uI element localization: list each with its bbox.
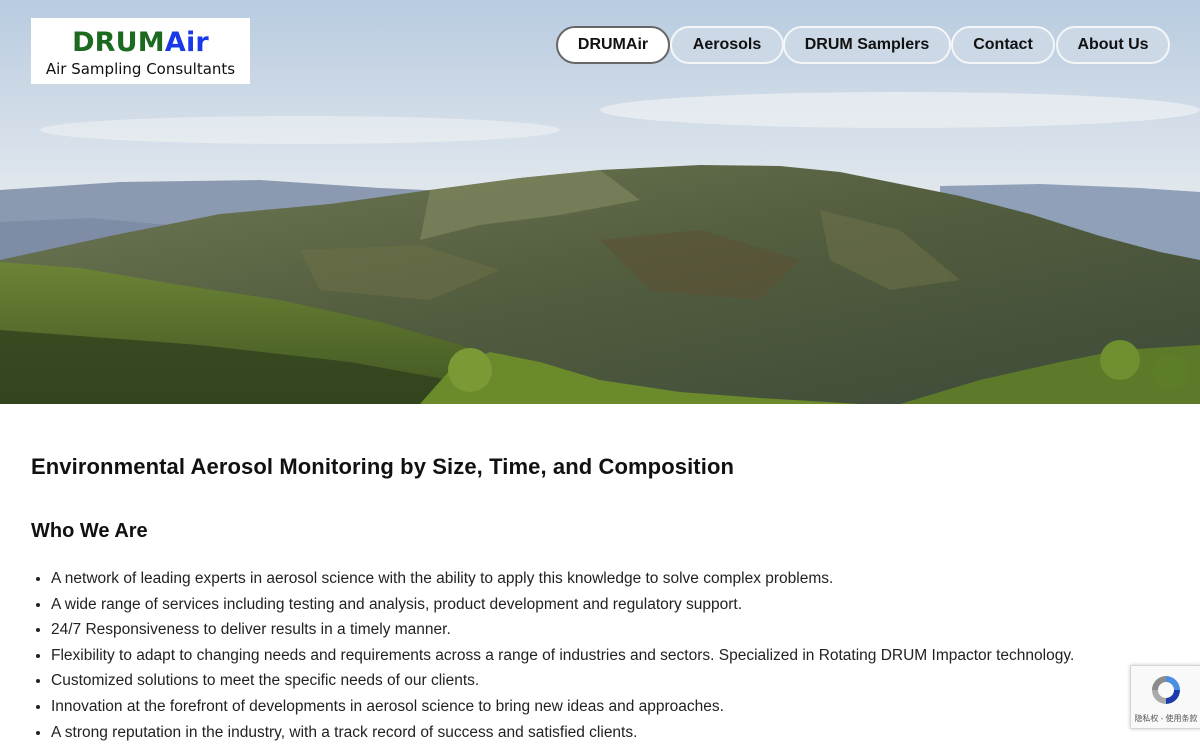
page-title: Environmental Aerosol Monitoring by Size…: [31, 454, 735, 479]
main-nav: DRUMAir Aerosols DRUM Samplers Contact A…: [0, 26, 1200, 64]
recaptcha-icon: [1152, 676, 1180, 704]
list-item: Customized solutions to meet the specifi…: [51, 668, 1171, 694]
recaptcha-badge[interactable]: 隐私权 - 使用条款: [1130, 665, 1200, 729]
nav-item-drumair[interactable]: DRUMAir: [556, 26, 670, 64]
nav-item-contact[interactable]: Contact: [951, 26, 1055, 64]
list-item: Flexibility to adapt to changing needs a…: [51, 643, 1171, 669]
list-item: 24/7 Responsiveness to deliver results i…: [51, 617, 1171, 643]
list-item: A network of leading experts in aerosol …: [51, 566, 1171, 592]
list-item: A wide range of services including testi…: [51, 592, 1171, 618]
nav-item-aerosols[interactable]: Aerosols: [670, 26, 784, 64]
recaptcha-footer-text[interactable]: 隐私权 - 使用条款: [1131, 713, 1200, 724]
section-heading-who-we-are: Who We Are: [31, 520, 148, 542]
list-item: Innovation at the forefront of developme…: [51, 694, 1171, 720]
list-item: A strong reputation in the industry, wit…: [51, 720, 1171, 745]
nav-item-about-us[interactable]: About Us: [1056, 26, 1170, 64]
who-we-are-list: A network of leading experts in aerosol …: [31, 566, 1171, 745]
nav-item-drum-samplers[interactable]: DRUM Samplers: [783, 26, 951, 64]
